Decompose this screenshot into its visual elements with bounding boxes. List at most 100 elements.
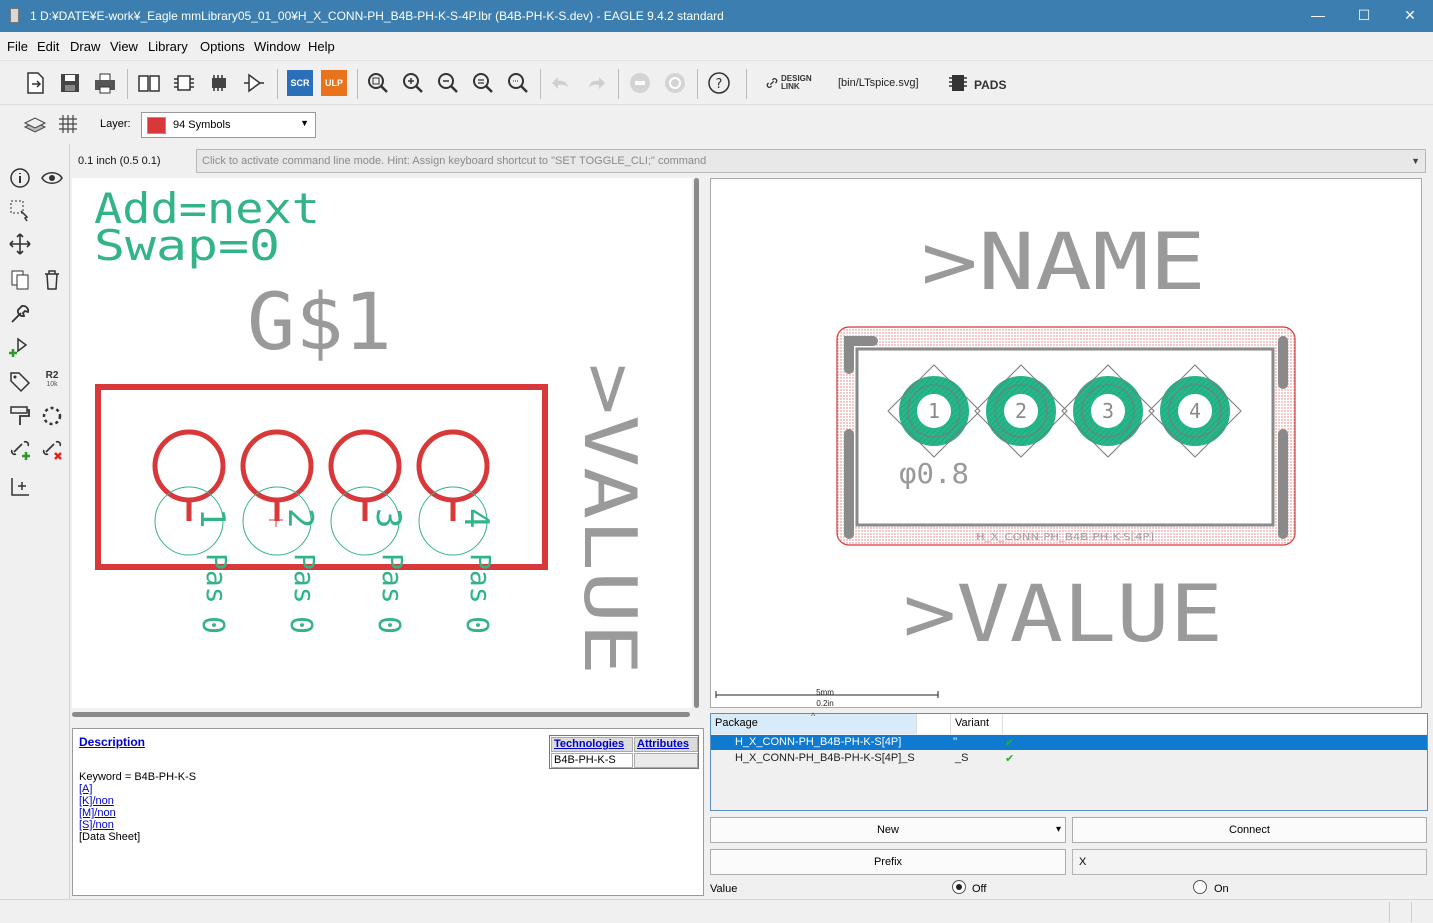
menu-help[interactable]: Help <box>308 39 335 54</box>
eye-icon[interactable] <box>40 166 64 190</box>
menu-options[interactable]: Options <box>200 39 245 54</box>
menu-view[interactable]: View <box>110 39 138 54</box>
add-gate-icon[interactable] <box>8 336 32 360</box>
value-off-label: Off <box>972 883 987 895</box>
swap-text: Swap=0 <box>94 221 280 270</box>
pin-direction-text: Pas <box>200 553 233 604</box>
symbol-horizontal-scrollbar[interactable] <box>72 709 692 719</box>
link-icon <box>766 78 778 88</box>
move-icon[interactable] <box>8 232 32 256</box>
connect-add-icon[interactable] <box>8 438 32 462</box>
desc-line-k[interactable]: [K]/non <box>79 795 114 807</box>
save-icon[interactable] <box>57 70 83 96</box>
zoom-fit-icon[interactable] <box>365 70 391 96</box>
pad-number-text: 1 <box>928 399 940 423</box>
info-icon[interactable] <box>8 166 32 190</box>
menu-edit[interactable]: Edit <box>37 39 59 54</box>
menu-library[interactable]: Library <box>148 39 188 54</box>
help-icon[interactable]: ? <box>706 70 732 96</box>
zoom-area-icon[interactable] <box>505 70 531 96</box>
dashed-circle-icon[interactable] <box>40 404 64 428</box>
desc-line-m[interactable]: [M]/non <box>79 807 116 819</box>
pin-swap-text: 0 <box>459 616 494 634</box>
menu-window[interactable]: Window <box>254 39 300 54</box>
maximize-button[interactable]: ☐ <box>1341 0 1387 32</box>
copy-icon[interactable] <box>8 268 32 292</box>
stop-icon[interactable] <box>627 70 653 96</box>
symbol-drawing: Add=next Swap=0 G$1 >VALUE 1Pas02Pas03Pa… <box>94 184 652 675</box>
svg-text:?: ? <box>716 77 723 92</box>
left-tool-palette: R2 10k <box>0 144 70 899</box>
resize-grip[interactable] <box>1411 902 1431 922</box>
print-icon[interactable] <box>92 70 118 96</box>
redo-icon[interactable] <box>583 70 609 96</box>
package-label-text: H_X_CONN-PH_B4B-PH-K-S[4P] <box>976 532 1154 543</box>
open-icon[interactable] <box>22 70 48 96</box>
package-column-header[interactable]: Package ^ <box>711 711 917 734</box>
wrench-icon[interactable] <box>8 302 32 326</box>
connect-button[interactable]: Connect <box>1072 817 1427 843</box>
symbol-icon[interactable] <box>241 70 267 96</box>
new-button[interactable]: New ▾ <box>710 817 1066 843</box>
connect-remove-icon[interactable] <box>40 438 64 462</box>
prefix-button[interactable]: Prefix <box>710 849 1066 875</box>
package-drawing: >NAME 1 2 3 4 φ0.8 H_X_CONN-PH_B4B-PH-K-S[4… <box>715 218 1296 707</box>
delete-icon[interactable] <box>40 268 64 292</box>
go-icon[interactable] <box>662 70 688 96</box>
pin-circle[interactable] <box>328 429 402 503</box>
description-link[interactable]: Description <box>79 735 145 749</box>
drill-text: φ0.8 <box>899 457 969 490</box>
minimize-button[interactable]: — <box>1295 0 1341 32</box>
check-icon: ✔ <box>1005 737 1015 749</box>
book-icon[interactable] <box>136 70 162 96</box>
zoom-redraw-icon[interactable] <box>470 70 496 96</box>
r2-sub-label: 10k <box>46 381 58 388</box>
attribute-cell[interactable] <box>634 753 698 768</box>
package-value-text: >VALUE <box>903 570 1223 660</box>
pin-circle[interactable] <box>152 429 226 503</box>
layers-icon[interactable] <box>22 111 48 137</box>
desc-line-s[interactable]: [S]/non <box>79 819 114 831</box>
tag-icon[interactable] <box>8 370 32 394</box>
script-button[interactable]: SCR <box>287 70 313 96</box>
command-line-input[interactable]: Click to activate command line mode. Hin… <box>196 149 1426 173</box>
menu-draw[interactable]: Draw <box>70 39 100 54</box>
technology-cell[interactable]: B4B-PH-K-S <box>551 753 633 768</box>
attributes-header[interactable]: Attributes <box>634 737 698 752</box>
zoom-out-icon[interactable] <box>435 70 461 96</box>
select-icon[interactable] <box>8 198 32 222</box>
design-link-button[interactable]: DESIGN LINK <box>766 74 826 94</box>
table-row-selected[interactable]: H_X_CONN-PH_B4B-PH-K-S[4P] '' ✔ <box>711 735 1427 750</box>
close-button[interactable]: ✕ <box>1387 0 1433 32</box>
origin-icon[interactable] <box>8 474 32 498</box>
variant-column-header[interactable]: Variant <box>951 714 1003 734</box>
grid-icon[interactable] <box>55 111 81 137</box>
chevron-down-icon[interactable]: ▼ <box>1411 156 1420 166</box>
script-path-button[interactable]: [bin/LTspice.svg] <box>838 77 919 89</box>
technologies-header[interactable]: Technologies <box>551 737 633 752</box>
pin-circle[interactable] <box>240 429 314 503</box>
prefix-value-field[interactable]: X <box>1072 849 1427 875</box>
undo-icon[interactable] <box>548 70 574 96</box>
pads-chip-icon[interactable] <box>945 70 971 96</box>
package-icon[interactable] <box>206 70 232 96</box>
pin-circle[interactable] <box>416 429 490 503</box>
table-row[interactable]: H_X_CONN-PH_B4B-PH-K-S[4P]_S _S ✔ <box>711 751 1427 766</box>
pin-name-text: 1 <box>192 508 232 528</box>
symbol-canvas[interactable]: Add=next Swap=0 G$1 >VALUE 1 Pas 0 2 Pas 0 3 Pa… <box>72 178 692 708</box>
value-off-radio[interactable] <box>952 880 966 894</box>
menu-file[interactable]: File <box>7 39 28 54</box>
pads-button[interactable]: PADS <box>974 78 1006 92</box>
check-icon: ✔ <box>1005 753 1015 765</box>
ulp-button[interactable]: ULP <box>321 70 347 96</box>
variant-cell: '' <box>953 736 958 748</box>
value-tool[interactable]: R2 10k <box>40 370 64 394</box>
device-icon[interactable] <box>171 70 197 96</box>
package-canvas[interactable]: >NAME 1 2 3 4 φ0.8 H_X_CONN-PH_B4B-PH-K-S[4… <box>710 178 1422 708</box>
layer-select[interactable]: 94 Symbols ▼ <box>141 112 316 138</box>
desc-line-a[interactable]: [A] <box>79 783 92 795</box>
zoom-in-icon[interactable] <box>400 70 426 96</box>
paint-roller-icon[interactable] <box>8 404 32 428</box>
value-on-radio[interactable] <box>1193 880 1207 894</box>
symbol-vertical-scrollbar[interactable] <box>692 178 702 708</box>
